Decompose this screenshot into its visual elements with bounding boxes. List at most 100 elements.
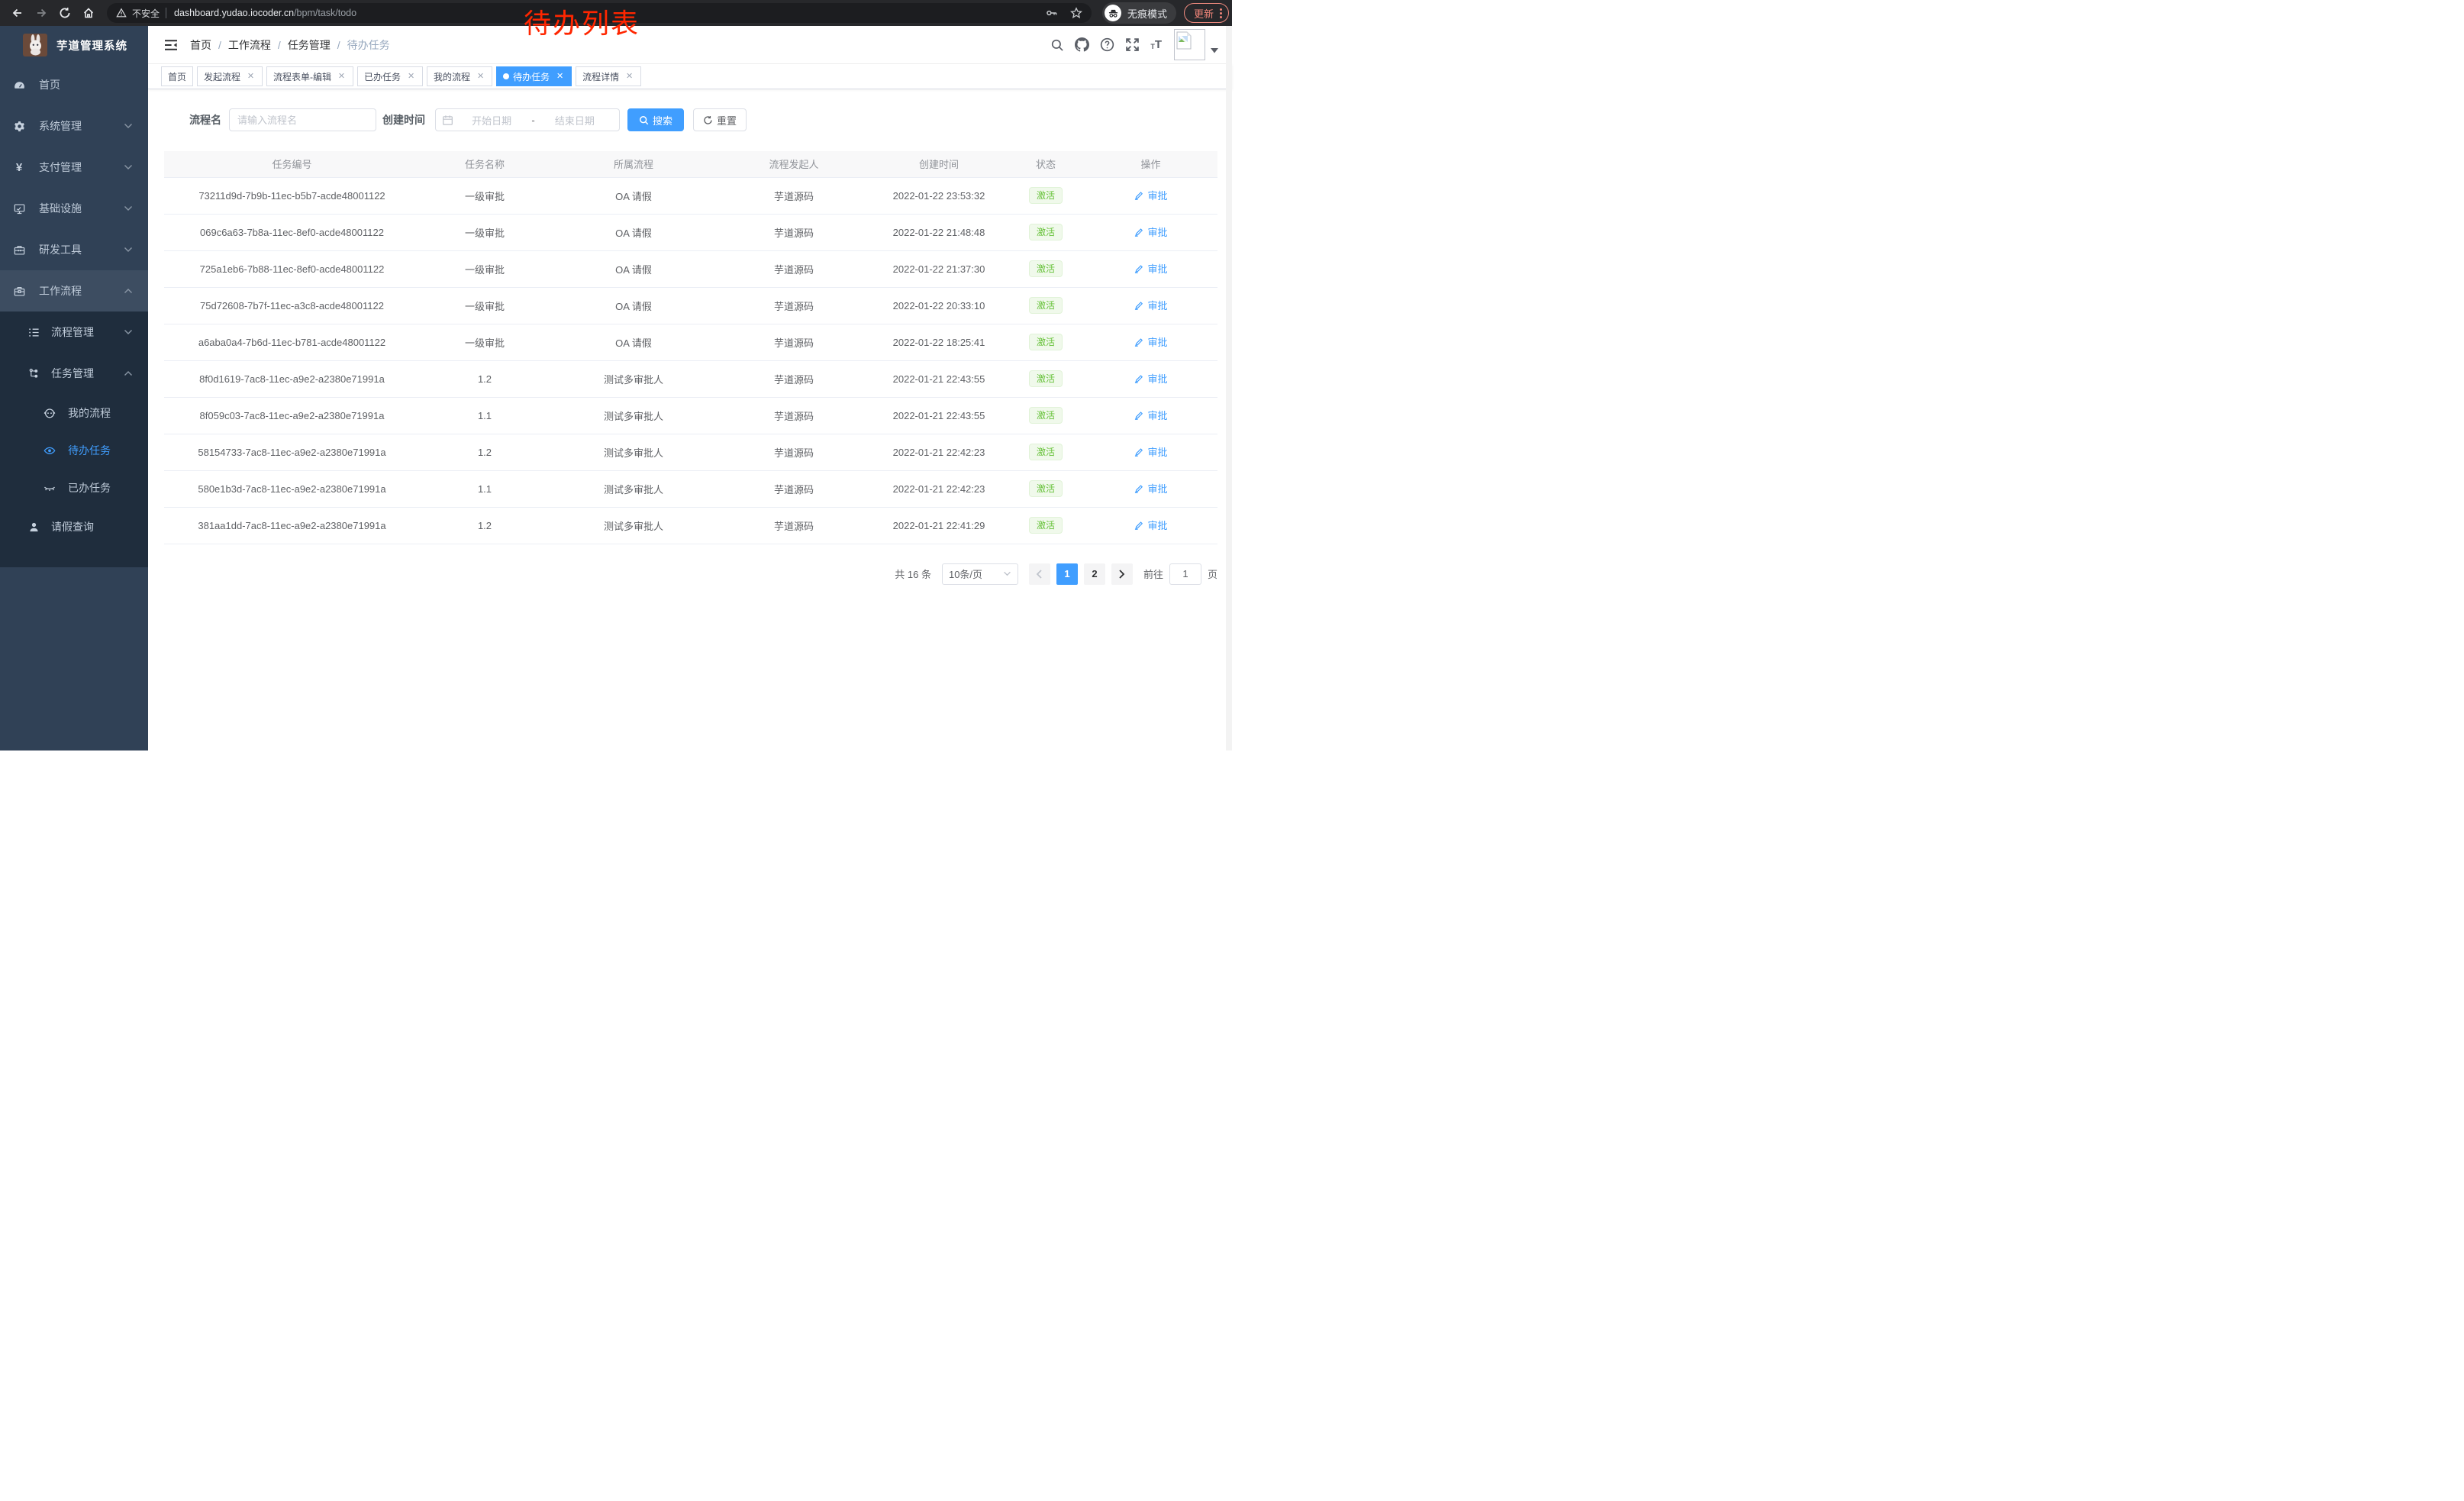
total-count: 共 16 条 [895,567,931,581]
cell-action: 审批 [1084,360,1217,397]
tree-icon [27,368,40,379]
sidebar-item-my-process[interactable]: 我的流程 [0,394,148,431]
tab-item[interactable]: 发起流程✕ [197,66,263,86]
sidebar-item-workflow[interactable]: 工作流程 [0,270,148,311]
sidebar-item-process-mgmt[interactable]: 流程管理 [0,311,148,353]
cell-status: 激活 [1008,214,1084,250]
font-size-icon[interactable]: TT [1150,39,1162,50]
todo-task-table: 任务编号任务名称所属流程流程发起人创建时间状态操作 73211d9d-7b9b-… [164,151,1217,544]
avatar[interactable] [1174,29,1205,60]
approve-link[interactable]: 审批 [1134,224,1167,239]
sidebar-menu: 首页系统管理¥支付管理基础设施研发工具工作流程 [0,64,148,311]
status-badge: 激活 [1029,187,1063,204]
breadcrumb-current: 待办任务 [347,37,390,53]
tab-done-task[interactable]: 已办任务✕ [357,66,423,86]
close-tab-icon[interactable]: ✕ [337,72,347,82]
status-badge: 激活 [1029,224,1063,240]
cell-status: 激活 [1008,434,1084,470]
app-title: 芋道管理系统 [56,37,127,53]
help-icon[interactable] [1100,37,1114,52]
approve-link[interactable]: 审批 [1134,408,1167,422]
avatar-caret-icon[interactable] [1211,44,1218,57]
sidebar-item-infra[interactable]: 基础设施 [0,188,148,229]
bookmark-star-icon[interactable] [1070,7,1082,19]
home-icon[interactable] [82,7,95,19]
breadcrumb-workflow[interactable]: 工作流程 [228,37,271,53]
github-icon[interactable] [1075,37,1089,52]
tab-item[interactable]: 流程详情✕ [576,66,641,86]
tab-my-process[interactable]: 我的流程✕ [427,66,492,86]
cell-name: 1.2 [420,507,550,544]
cell-id: 580e1b3d-7ac8-11ec-a9e2-a2380e71991a [164,470,420,507]
cell-process: OA 请假 [550,250,718,287]
cell-initiator: 芋道源码 [718,177,870,214]
close-tab-icon[interactable]: ✕ [246,72,256,82]
reset-button[interactable]: 重置 [693,108,747,131]
table-row: 725a1eb6-7b88-11ec-8ef0-acde48001122一级审批… [164,250,1217,287]
kebab-menu-icon[interactable] [1220,8,1222,18]
cell-status: 激活 [1008,507,1084,544]
approve-link[interactable]: 审批 [1134,481,1167,495]
password-key-icon[interactable] [1046,7,1058,19]
approve-link[interactable]: 审批 [1134,371,1167,386]
forward-icon[interactable] [35,7,47,19]
incognito-label: 无痕模式 [1127,6,1167,21]
toolbox-icon [13,244,25,256]
yen-icon: ¥ [13,162,25,173]
tab-home[interactable]: 首页 [161,66,193,86]
sidebar-item-leave-query[interactable]: 请假查询 [0,506,148,547]
reload-icon[interactable] [59,7,71,19]
cell-time: 2022-01-21 22:41:29 [870,507,1008,544]
table-row: 58154733-7ac8-11ec-a9e2-a2380e71991a1.2测… [164,434,1217,470]
approve-link[interactable]: 审批 [1134,444,1167,459]
fullscreen-icon[interactable] [1125,37,1140,52]
tab-todo-task[interactable]: 待办任务✕ [496,66,572,86]
breadcrumb: 首页 / 工作流程 / 任务管理 / 待办任务 [190,37,390,53]
sidebar-item-done-task[interactable]: 已办任务 [0,469,148,506]
sidebar-item-todo-task[interactable]: 待办任务 [0,431,148,469]
close-tab-icon[interactable]: ✕ [406,72,416,82]
close-tab-icon[interactable]: ✕ [555,72,565,82]
approve-link[interactable]: 审批 [1134,334,1167,349]
cell-initiator: 芋道源码 [718,250,870,287]
cell-action: 审批 [1084,214,1217,250]
collapse-sidebar-icon[interactable] [164,39,178,51]
page-scrollbar[interactable] [1226,26,1232,750]
close-tab-icon[interactable]: ✕ [624,72,634,82]
sidebar-item-payment[interactable]: ¥支付管理 [0,147,148,188]
chrome-update-button[interactable]: 更新 [1184,3,1229,23]
sidebar-item-devtools[interactable]: 研发工具 [0,229,148,270]
date-range-picker[interactable]: 开始日期 - 结束日期 [435,108,620,131]
approve-link[interactable]: 审批 [1134,261,1167,276]
sidebar-item-home[interactable]: 首页 [0,64,148,105]
approve-link[interactable]: 审批 [1134,188,1167,202]
chevron-up-icon [124,370,133,376]
cell-id: 73211d9d-7b9b-11ec-b5b7-acde48001122 [164,177,420,214]
goto-page-input[interactable] [1170,564,1201,584]
process-name-input[interactable] [230,115,376,126]
app-logo-row[interactable]: 芋道管理系统 [0,26,148,64]
edit-pen-icon [1134,410,1144,421]
approve-link[interactable]: 审批 [1134,518,1167,532]
tab-item[interactable]: 流程表单-编辑✕ [266,66,353,86]
search-icon[interactable] [1050,37,1064,52]
close-tab-icon[interactable]: ✕ [476,72,485,82]
sidebar-item-task-mgmt[interactable]: 任务管理 [0,353,148,394]
breadcrumb-task-mgmt[interactable]: 任务管理 [288,37,331,53]
column-header: 所属流程 [550,151,718,177]
breadcrumb-home[interactable]: 首页 [190,37,211,53]
cell-status: 激活 [1008,360,1084,397]
cell-action: 审批 [1084,470,1217,507]
prev-page-button[interactable] [1029,563,1050,585]
page-button-2[interactable]: 2 [1084,563,1105,585]
search-button[interactable]: 搜索 [627,108,684,131]
page-content: 流程名 创建时间 开始日期 - 结束日期 搜索 [148,89,1232,750]
cell-time: 2022-01-21 22:43:55 [870,360,1008,397]
back-icon[interactable] [11,7,24,19]
sidebar-item-system[interactable]: 系统管理 [0,105,148,147]
page-button-1[interactable]: 1 [1056,563,1078,585]
approve-link[interactable]: 审批 [1134,298,1167,312]
column-header: 操作 [1084,151,1217,177]
next-page-button[interactable] [1111,563,1133,585]
page-size-select[interactable]: 10条/页 [942,563,1018,585]
